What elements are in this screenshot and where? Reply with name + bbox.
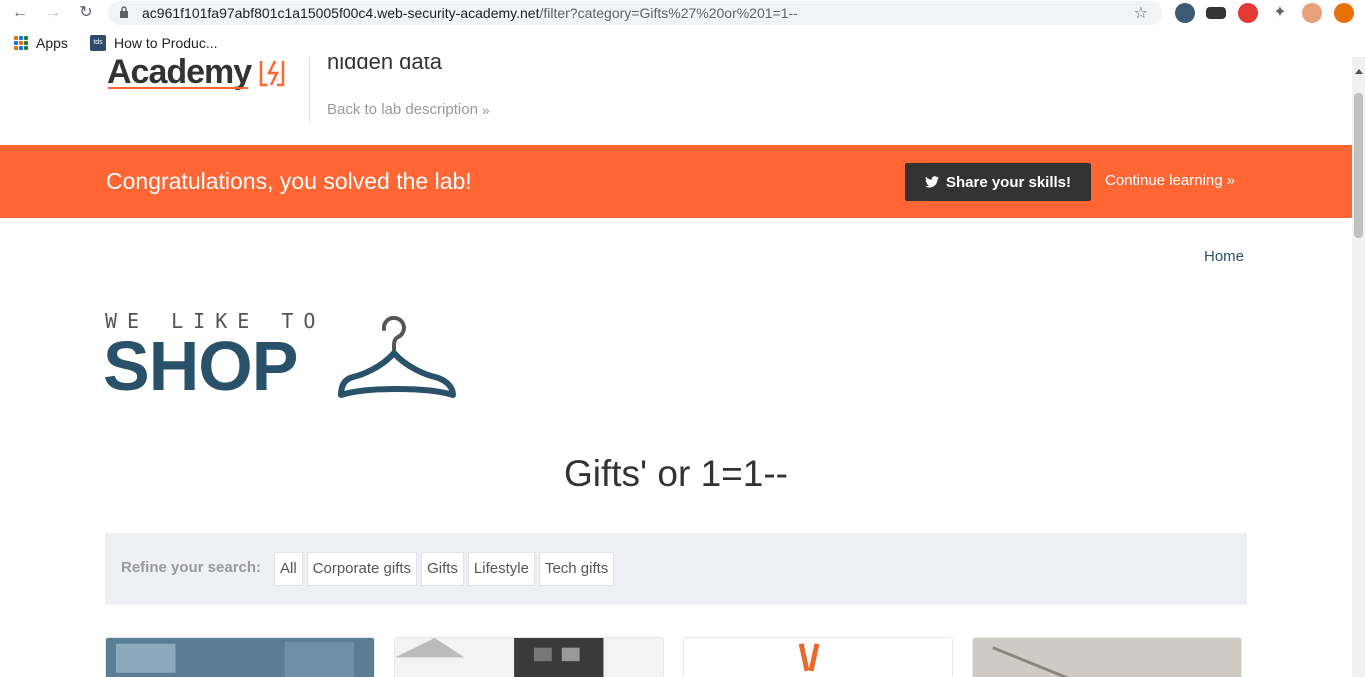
reload-icon[interactable]: ↻ xyxy=(75,3,97,23)
bookmark-label: How to Produc... xyxy=(114,35,218,51)
back-to-lab-link[interactable]: Back to lab description » xyxy=(327,101,490,118)
continue-learning-link[interactable]: Continue learning » xyxy=(1105,172,1235,189)
mask-extension-icon[interactable] xyxy=(1206,7,1226,19)
product-card[interactable] xyxy=(105,637,375,677)
lightning-bolt-icon xyxy=(259,60,285,87)
logo-word: SHOP xyxy=(103,327,298,405)
header-divider xyxy=(309,57,310,123)
extension-icon[interactable] xyxy=(1175,3,1195,23)
filter-corporate-gifts[interactable]: Corporate gifts xyxy=(306,552,418,586)
browser-toolbar: ← → ↻ ac961f101fa97abf801c1a15005f00c4.w… xyxy=(0,0,1365,27)
product-image xyxy=(973,638,1241,677)
url-text[interactable]: ac961f101fa97abf801c1a15005f00c4.web-sec… xyxy=(142,5,798,21)
product-image xyxy=(106,638,374,677)
address-bar[interactable]: ac961f101fa97abf801c1a15005f00c4.web-sec… xyxy=(108,1,1162,25)
double-chevron-right-icon: » xyxy=(481,101,490,118)
page-scrollbar[interactable] xyxy=(1352,57,1365,677)
url-path: /filter?category=Gifts%27%20or%201=1-- xyxy=(539,5,798,21)
category-heading: Gifts' or 1=1-- xyxy=(564,453,788,494)
menu-extension-icon[interactable] xyxy=(1334,3,1354,23)
filter-all[interactable]: All xyxy=(274,552,303,586)
back-link-label: Back to lab description xyxy=(327,101,478,118)
filter-bar: Refine your search: All Corporate gifts … xyxy=(105,533,1247,605)
puzzle-icon[interactable]: ✦ xyxy=(1270,3,1290,23)
refine-label: Refine your search: xyxy=(121,559,262,576)
bookmark-how-to[interactable]: tds How to Produc... xyxy=(90,35,218,51)
filter-gifts[interactable]: Gifts xyxy=(421,552,464,586)
apps-grid-icon xyxy=(14,36,28,50)
scroll-up-arrow-icon[interactable] xyxy=(1355,69,1363,74)
share-label: Share your skills! xyxy=(945,173,1072,191)
hanger-icon xyxy=(338,315,456,398)
lab-title: hidden data xyxy=(327,57,442,74)
filter-lifestyle[interactable]: Lifestyle xyxy=(467,552,535,586)
filter-tech-gifts[interactable]: Tech gifts xyxy=(538,552,615,586)
shop-logo: WE LIKE TO SHOP xyxy=(103,309,465,409)
continue-label: Continue learning xyxy=(1105,172,1223,189)
web-page: Academy hidden data Back to lab descript… xyxy=(0,57,1352,677)
scroll-thumb[interactable] xyxy=(1354,93,1363,238)
forward-arrow-icon[interactable]: → xyxy=(42,3,64,23)
filter-list: All Corporate gifts Gifts Lifestyle Tech… xyxy=(274,552,615,586)
double-chevron-right-icon: » xyxy=(1226,172,1235,189)
bookmark-label: Apps xyxy=(36,35,68,51)
product-card[interactable] xyxy=(683,637,953,677)
back-arrow-icon[interactable]: ← xyxy=(9,3,31,23)
solved-message: Congratulations, you solved the lab! xyxy=(106,168,472,194)
logo-underline xyxy=(108,87,248,89)
product-card[interactable] xyxy=(394,637,664,677)
product-grid xyxy=(105,637,1247,677)
url-host: ac961f101fa97abf801c1a15005f00c4.web-sec… xyxy=(142,5,540,21)
avatar[interactable] xyxy=(1302,3,1322,23)
lock-icon xyxy=(120,6,128,18)
abp-extension-icon[interactable] xyxy=(1238,3,1258,23)
bookmark-star-icon[interactable]: ☆ xyxy=(1134,3,1148,23)
product-image xyxy=(395,638,663,677)
product-image xyxy=(684,638,952,677)
bookmarks-bar: Apps tds How to Produc... xyxy=(0,31,1365,57)
browser-chrome: ← → ↻ ac961f101fa97abf801c1a15005f00c4.w… xyxy=(0,0,1365,57)
tds-favicon: tds xyxy=(90,35,106,51)
solved-banner: Congratulations, you solved the lab! Sha… xyxy=(0,145,1352,218)
product-card[interactable] xyxy=(972,637,1242,677)
twitter-icon xyxy=(924,176,939,188)
academy-header: Academy hidden data Back to lab descript… xyxy=(0,57,1352,145)
share-skills-button[interactable]: Share your skills! xyxy=(905,163,1091,201)
bookmark-apps[interactable]: Apps xyxy=(14,35,68,51)
home-nav-link[interactable]: Home xyxy=(1204,248,1244,265)
